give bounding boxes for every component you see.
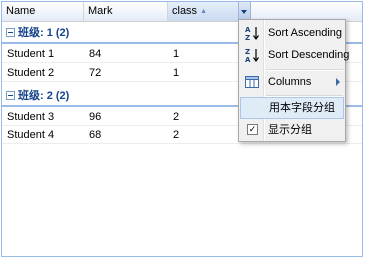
column-header-label: Mark: [88, 5, 113, 17]
menu-item-group-by-field[interactable]: 用本字段分组: [240, 97, 344, 119]
cell-name: Student 3: [7, 111, 55, 123]
menu-item-show-groups[interactable]: ✓ 显示分组: [240, 119, 344, 141]
cell-name: Student 4: [7, 129, 55, 141]
cell-name: Student 2: [7, 67, 55, 79]
menu-item-label: Sort Descending: [268, 49, 350, 61]
cell-name: Student 1: [7, 48, 55, 60]
column-header-label: class: [172, 5, 198, 17]
sort-asc-indicator-icon: ▲: [200, 8, 207, 15]
menu-item-label: Sort Ascending: [268, 27, 342, 39]
menu-item-sort-descending[interactable]: Z A Sort Descending: [240, 44, 349, 66]
checkbox-checked-icon[interactable]: ✓: [247, 124, 258, 135]
cell-mark: 72: [89, 67, 102, 79]
column-header-class[interactable]: class ▲: [168, 2, 238, 21]
menu-item-label: 显示分组: [268, 124, 312, 136]
submenu-arrow-icon: [336, 78, 340, 86]
column-header-mark[interactable]: Mark: [84, 2, 168, 21]
column-header-label: Name: [6, 5, 36, 17]
svg-text:Z: Z: [245, 48, 250, 56]
column-header-name[interactable]: Name: [2, 2, 84, 21]
svg-text:Z: Z: [245, 34, 250, 41]
menu-item-sort-ascending[interactable]: A Z Sort Ascending: [240, 22, 344, 44]
sort-descending-icon: Z A: [245, 48, 259, 63]
cell-mark: 96: [89, 111, 102, 123]
group-title: 班级: 2 (2): [18, 90, 70, 102]
menu-item-label: Columns: [268, 76, 312, 88]
group-title: 班级: 1 (2): [18, 27, 70, 39]
svg-text:A: A: [245, 56, 251, 63]
collapse-minus-icon[interactable]: [6, 28, 15, 37]
column-header-menu: A Z Sort Ascending Z A Sort Descending C…: [238, 19, 349, 142]
svg-text:A: A: [245, 26, 251, 34]
columns-icon: [245, 76, 259, 88]
menu-item-label: 用本字段分组: [269, 102, 335, 114]
cell-mark: 68: [89, 129, 102, 141]
menu-item-columns[interactable]: Columns: [240, 71, 344, 93]
sort-ascending-icon: A Z: [245, 26, 259, 41]
cell-mark: 84: [89, 48, 102, 60]
collapse-minus-icon[interactable]: [6, 91, 15, 100]
